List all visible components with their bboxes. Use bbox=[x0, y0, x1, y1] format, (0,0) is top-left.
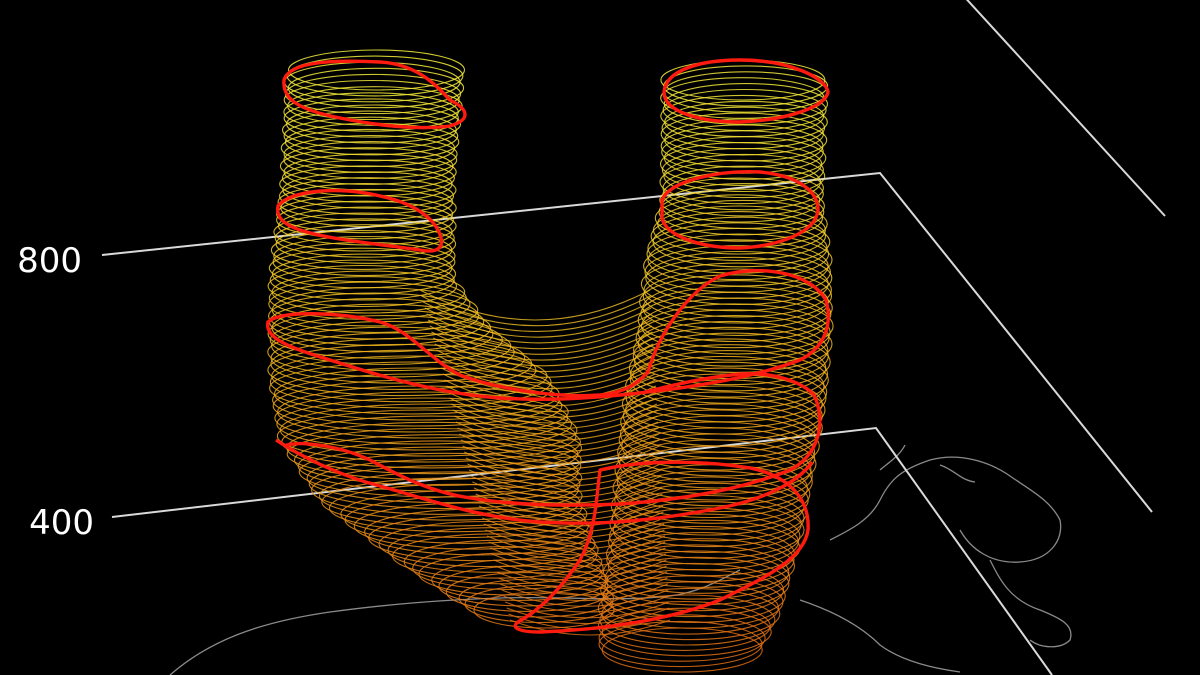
left-tube-ring-60 bbox=[279, 403, 578, 457]
right-tube-ring-44 bbox=[637, 315, 833, 373]
z-tick-label-1200: 1200 bbox=[3, 0, 90, 5]
z-tick-label-800: 800 bbox=[17, 241, 82, 281]
surface-wireframe bbox=[267, 49, 834, 673]
z-axis-tick-labels: 1200 800 400 bbox=[3, 0, 94, 543]
chart-canvas: 1200 800 400 bbox=[3, 0, 1166, 675]
gridline-z-800 bbox=[101, 171, 1153, 513]
right-tube-ring-45 bbox=[633, 320, 829, 380]
axis-grid bbox=[101, 0, 1166, 675]
z-tick-label-400: 400 bbox=[29, 503, 94, 543]
gridline-z-1200 bbox=[965, 0, 1166, 217]
coastline-east bbox=[829, 456, 1062, 563]
coastline-detail bbox=[879, 444, 976, 483]
left-tube-ring-61 bbox=[276, 409, 577, 463]
coastline-bay bbox=[799, 599, 961, 673]
gridline-z-400 bbox=[111, 426, 1053, 675]
